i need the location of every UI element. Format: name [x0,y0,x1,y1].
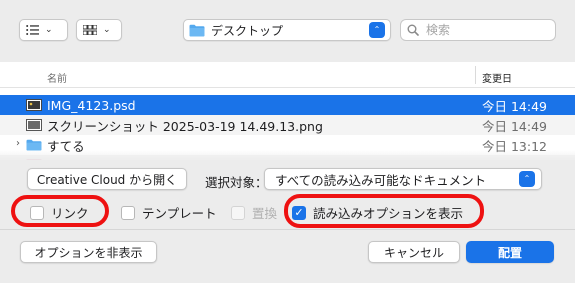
file-date: 今日 14:49 [482,98,547,114]
disclosure-triangle-icon[interactable]: › [16,138,20,149]
link-label: リンク [51,206,89,221]
checkbox[interactable]: ✓ [292,205,306,220]
filter-value: すべての読み込み可能なドキュメント [275,172,487,188]
search-input[interactable] [424,22,544,38]
template-label: テンプレート [142,206,217,221]
search-icon [407,24,419,36]
list-fade [0,150,575,162]
checkbox[interactable] [30,205,44,220]
replace-checkbox: 置換 [231,203,277,222]
show-import-options-label: 読み込みオプションを表示 [313,206,464,221]
grid-icon [83,25,97,35]
place-button[interactable]: 配置 [466,241,554,263]
file-date: 今日 14:49 [482,118,547,134]
cancel-button[interactable]: キャンセル [368,241,460,263]
replace-label: 置換 [252,206,278,221]
chevron-down-icon: ⌄ [45,25,53,35]
creative-cloud-button[interactable]: Creative Cloud から開く [27,168,187,190]
column-header: 名前 変更日 [0,62,575,88]
file-list: 名前 変更日 IMG_4123.psd 今日 14:49 スクリーンショット 2… [0,62,575,160]
popup-stepper-icon: ⌃ [519,171,535,187]
filter-popup[interactable]: すべての読み込み可能なドキュメント ⌃ [264,168,542,190]
checkbox[interactable] [121,205,135,220]
filter-label: 選択対象： [205,175,268,190]
file-row[interactable]: IMG_4123.psd 今日 14:49 [0,95,575,115]
link-checkbox[interactable]: リンク [30,203,89,222]
column-date-header[interactable]: 変更日 [482,70,512,85]
template-checkbox[interactable]: テンプレート [121,203,217,222]
hide-options-button[interactable]: オプションを非表示 [20,241,157,263]
view-list-button[interactable]: ⌄ [19,19,68,41]
folder-icon [189,24,205,36]
toolbar: ⌄ ⌄ デスクトップ ⌃ [0,0,575,62]
divider [0,229,575,230]
file-row[interactable]: スクリーンショット 2025-03-19 14.49.13.png 今日 14:… [0,115,575,135]
file-name: スクリーンショット 2025-03-19 14.49.13.png [47,118,323,134]
view-grid-button[interactable]: ⌄ [76,19,122,41]
column-name-header[interactable]: 名前 [47,70,67,85]
location-label: デスクトップ [211,23,284,38]
search-field[interactable] [400,19,556,41]
column-separator[interactable] [475,66,476,84]
image-file-icon [26,99,42,111]
checkbox [231,205,245,220]
show-import-options-checkbox[interactable]: ✓ 読み込みオプションを表示 [292,203,463,222]
popup-stepper-icon: ⌃ [369,22,385,38]
image-file-icon [26,119,42,131]
list-icon [26,25,39,35]
location-popup[interactable]: デスクトップ ⌃ [183,19,391,41]
chevron-down-icon: ⌄ [103,25,111,35]
file-name: IMG_4123.psd [47,97,136,113]
